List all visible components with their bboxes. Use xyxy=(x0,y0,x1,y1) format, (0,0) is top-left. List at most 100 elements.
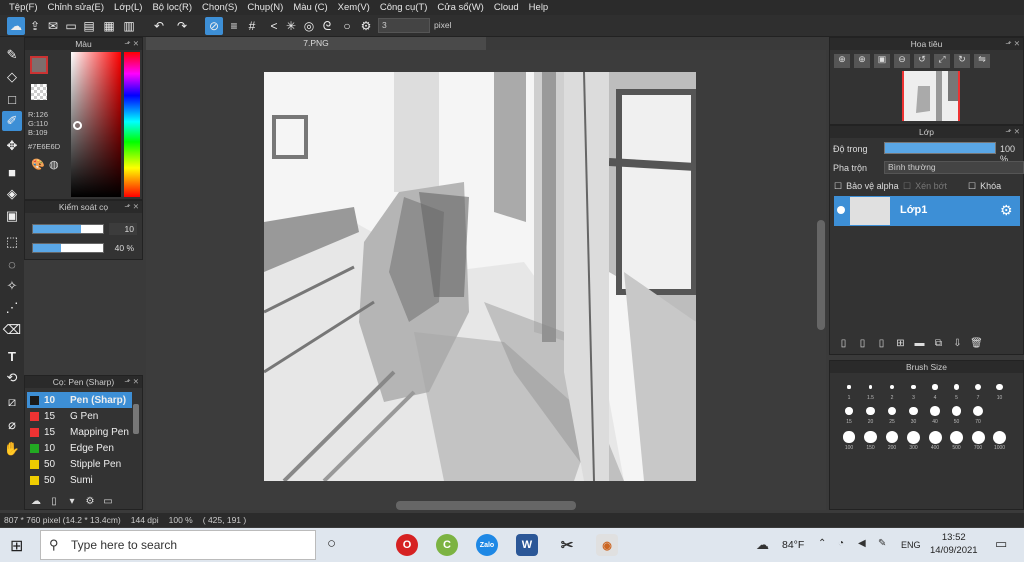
brush-size-option[interactable] xyxy=(972,405,984,417)
brush-size-option[interactable] xyxy=(909,406,918,416)
select-pen-icon[interactable]: ⋰ xyxy=(2,298,22,318)
brush-size-option[interactable] xyxy=(951,406,962,416)
brush-size-value[interactable]: 10 xyxy=(109,223,137,235)
brush-size-option[interactable] xyxy=(864,430,877,443)
fullscreen-icon[interactable]: ⤢ xyxy=(934,54,950,68)
brush-size-option[interactable] xyxy=(953,384,960,390)
bucket-tool-icon[interactable]: ◈ xyxy=(2,184,22,204)
layer-visibility-icon[interactable] xyxy=(837,206,845,214)
blend-mode-select[interactable]: Bình thường xyxy=(884,161,1024,174)
brush-menu-icon[interactable]: ▾ xyxy=(65,495,79,509)
layer-row[interactable]: Lớp1 ⚙ xyxy=(834,196,1020,226)
color-cursor[interactable] xyxy=(73,121,82,130)
layer-opacity-slider[interactable] xyxy=(884,142,996,154)
snap-perspective-icon[interactable]: < xyxy=(265,17,283,35)
menu-item[interactable]: Màu (C) xyxy=(288,0,332,15)
coccoc-icon[interactable]: C xyxy=(436,534,458,556)
brush-size-option[interactable] xyxy=(868,385,873,389)
brush-size-option[interactable] xyxy=(974,383,982,391)
menu-item[interactable]: Chọn(S) xyxy=(197,0,242,15)
menu-item[interactable]: Chụp(N) xyxy=(242,0,288,15)
zoom-fit-in-icon[interactable]: ⊕ xyxy=(854,54,870,68)
brush-size-option[interactable] xyxy=(889,384,895,390)
hand-tool-icon[interactable]: ✋ xyxy=(2,439,22,459)
delete-layer-icon[interactable]: 🗑 xyxy=(969,336,984,351)
canvas-vertical-scrollbar[interactable] xyxy=(817,220,825,330)
language-indicator[interactable]: ENG xyxy=(901,540,921,550)
brush-size-option[interactable] xyxy=(911,384,916,390)
select-eraser-icon[interactable]: ⌫ xyxy=(2,320,22,340)
brush-size-option[interactable] xyxy=(845,407,853,415)
snipping-tool-icon[interactable]: ✂ xyxy=(556,534,578,556)
brush-size-option[interactable] xyxy=(932,384,938,390)
layer-settings-icon[interactable]: ⚙ xyxy=(1000,202,1013,219)
weather-temp[interactable]: 84°F xyxy=(782,539,804,551)
brush-list-item[interactable]: 15 Mapping Pen xyxy=(27,424,132,440)
paint-app-icon[interactable]: ◉ xyxy=(596,534,618,556)
word-icon[interactable]: W xyxy=(516,534,538,556)
brush-list-item[interactable]: 10 Edge Pen xyxy=(27,440,132,456)
share-icon[interactable]: ⇪ xyxy=(26,17,44,35)
brush-size-option[interactable] xyxy=(930,406,940,416)
comment-icon[interactable]: ▭ xyxy=(62,17,80,35)
brush-size-option[interactable] xyxy=(950,430,963,444)
magic-wand-icon[interactable]: ✧ xyxy=(2,276,22,296)
brush-opacity-slider[interactable] xyxy=(32,243,104,253)
fill-rect-tool-icon[interactable]: ■ xyxy=(2,162,22,182)
merge-layer-icon[interactable]: ⇩ xyxy=(950,336,965,351)
color-settings-icon[interactable]: ◍ xyxy=(49,158,59,171)
brush-size-option[interactable] xyxy=(993,430,1006,444)
chat-icon[interactable]: ✉ xyxy=(44,17,62,35)
undo-icon[interactable]: ↶ xyxy=(150,17,168,35)
grid-icon[interactable]: ▦ xyxy=(100,17,118,35)
weather-icon[interactable]: ☁ xyxy=(756,537,769,553)
menu-item[interactable]: Chỉnh sửa(E) xyxy=(43,0,110,15)
brush-folder-icon[interactable]: ▭ xyxy=(101,495,115,509)
menu-item[interactable]: Xem(V) xyxy=(333,0,375,15)
settings-icon[interactable]: ⚙ xyxy=(357,17,375,35)
volume-icon[interactable]: ◀ xyxy=(858,538,866,549)
brush-size-option[interactable] xyxy=(887,406,897,416)
menu-item[interactable]: Công cụ(T) xyxy=(375,0,433,15)
select-lasso-icon[interactable]: ◌ xyxy=(2,254,22,274)
snap-parallel-icon[interactable]: ≡ xyxy=(225,17,243,35)
menu-item[interactable]: Help xyxy=(524,0,554,15)
fit-window-icon[interactable]: ▣ xyxy=(874,54,890,68)
hue-slider[interactable] xyxy=(124,52,140,197)
lock-checkbox[interactable]: ☐ Khóa xyxy=(968,181,1001,192)
brush-size-option[interactable] xyxy=(971,430,985,444)
flip-icon[interactable]: ⇋ xyxy=(974,54,990,68)
zoom-out-icon[interactable]: ⊖ xyxy=(894,54,910,68)
brush-list-item[interactable]: 50 Sumi xyxy=(27,472,132,488)
brush-size-input[interactable]: 3 xyxy=(378,18,430,33)
brush-size-option[interactable] xyxy=(885,430,899,444)
brush-tool-icon[interactable]: ✎ xyxy=(2,45,22,65)
new-brush-icon[interactable]: ▯ xyxy=(47,495,61,509)
add-layer-menu-icon[interactable]: ⊞ xyxy=(893,336,908,351)
brush-size-option[interactable] xyxy=(843,431,855,443)
brush-size-option[interactable] xyxy=(996,383,1003,391)
snap-ellipse-icon[interactable]: ○ xyxy=(338,17,356,35)
brush-size-option[interactable] xyxy=(928,430,942,444)
taskbar-search-input[interactable]: Type here to search xyxy=(40,530,316,560)
canvas-horizontal-scrollbar[interactable] xyxy=(396,501,576,510)
notification-icon[interactable]: ▭ xyxy=(995,536,1007,552)
layers-icon[interactable]: ▥ xyxy=(120,17,138,35)
task-view-icon[interactable]: ○ xyxy=(327,535,336,552)
menu-item[interactable]: Lớp(L) xyxy=(109,0,147,15)
eyedropper-tool-icon[interactable]: ⌀ xyxy=(2,415,22,435)
rotate-left-icon[interactable]: ↺ xyxy=(914,54,930,68)
rotate-right-icon[interactable]: ↻ xyxy=(954,54,970,68)
brush-list-item[interactable]: 10 Pen (Sharp) xyxy=(27,392,132,408)
background-color-swatch[interactable] xyxy=(31,84,47,100)
pen-icon[interactable]: ✎ xyxy=(878,538,886,549)
protect-alpha-checkbox[interactable]: ☐ Bảo vệ alpha xyxy=(834,181,899,192)
eraser-tool-icon[interactable]: ◇ xyxy=(2,67,22,87)
snap-circle-icon[interactable]: ◎ xyxy=(300,17,318,35)
clock[interactable]: 13:52 14/09/2021 xyxy=(930,531,978,557)
chevron-up-icon[interactable]: ⌃ xyxy=(818,538,826,549)
transform-tool-icon[interactable]: ⟲ xyxy=(2,368,22,388)
menu-item[interactable]: Bộ lọc(R) xyxy=(147,0,197,15)
new-layer-1bit-icon[interactable]: ▯ xyxy=(874,336,889,351)
snap-radial-icon[interactable]: ✳ xyxy=(282,17,300,35)
